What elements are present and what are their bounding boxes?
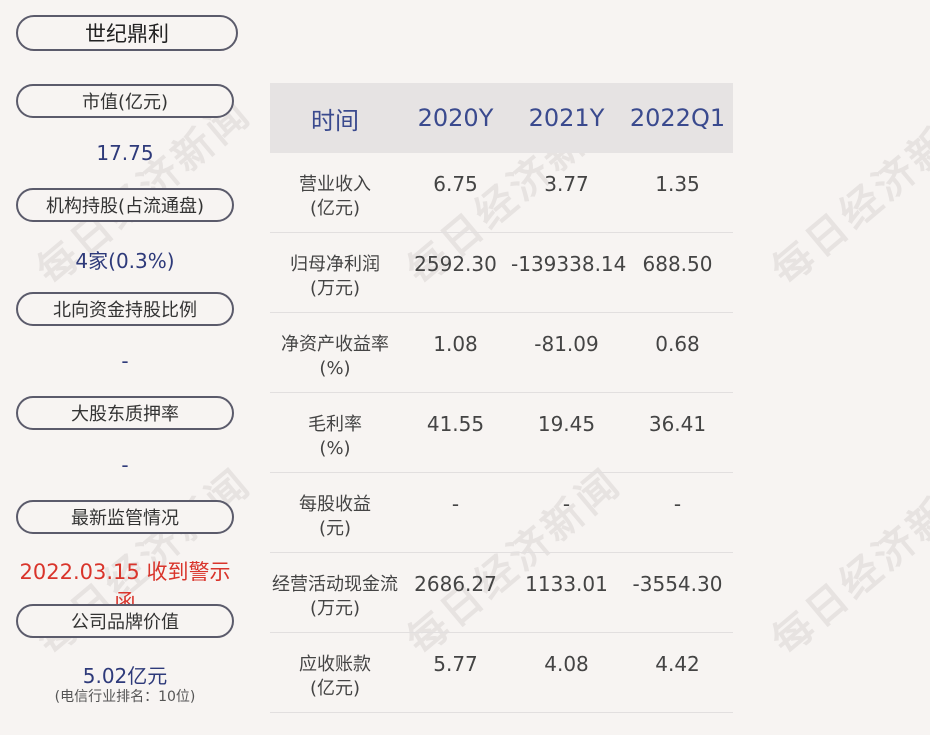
brand-value-label: 公司品牌价值 <box>16 604 234 638</box>
institution-holding-value: 4家(0.3%) <box>75 249 175 273</box>
row-label: 营业收入 <box>299 174 371 195</box>
row-unit: (万元) <box>309 598 361 619</box>
pledge-rate-label: 大股东质押率 <box>16 396 234 430</box>
row-unit: (元) <box>318 518 352 539</box>
row-label: 归母净利润 <box>290 254 380 275</box>
table-row: 净资产收益率 (%) 1.08 -81.09 0.68 <box>270 313 733 393</box>
financial-table: 时间 2020Y 2021Y 2022Q1 营业收入 (亿元) 6.75 3.77… <box>270 83 733 713</box>
cell: 5.77 <box>433 652 478 676</box>
row-label: 净资产收益率 <box>281 334 389 355</box>
row-label: 应收账款 <box>299 654 371 675</box>
company-name: 世纪鼎利 <box>85 22 169 46</box>
header-time: 时间 <box>311 106 359 135</box>
cell: 0.68 <box>655 332 700 356</box>
cell: 688.50 <box>642 252 713 276</box>
row-unit: (万元) <box>309 278 361 299</box>
cell: 1133.01 <box>525 572 608 596</box>
cell: 19.45 <box>537 412 596 436</box>
cell: 2592.30 <box>414 252 497 276</box>
row-label: 经营活动现金流 <box>272 574 398 595</box>
pledge-rate-value: - <box>121 453 129 477</box>
cell: - <box>562 492 571 516</box>
institution-holding-label: 机构持股(占流通盘) <box>16 188 234 222</box>
header-2022q1: 2022Q1 <box>629 104 726 132</box>
watermark: 每日经济新闻 <box>763 459 930 665</box>
cell: 36.41 <box>648 412 707 436</box>
table-header: 时间 2020Y 2021Y 2022Q1 <box>270 83 733 153</box>
cell: 2686.27 <box>414 572 497 596</box>
cell: - <box>673 492 682 516</box>
cell: 41.55 <box>426 412 485 436</box>
table-row: 归母净利润 (万元) 2592.30 -139338.14 688.50 <box>270 233 733 313</box>
cell: - <box>451 492 460 516</box>
header-2020y: 2020Y <box>417 104 494 132</box>
cell: -139338.14 <box>511 252 627 276</box>
cell: 1.35 <box>655 172 700 196</box>
table-row: 营业收入 (亿元) 6.75 3.77 1.35 <box>270 153 733 233</box>
row-unit: (亿元) <box>309 678 361 699</box>
company-name-badge: 世纪鼎利 <box>16 15 238 51</box>
row-label: 每股收益 <box>299 494 371 515</box>
cell: 4.42 <box>655 652 700 676</box>
row-unit: (%) <box>319 438 351 459</box>
table-row: 经营活动现金流 (万元) 2686.27 1133.01 -3554.30 <box>270 553 733 633</box>
cell: -3554.30 <box>632 572 723 596</box>
row-unit: (亿元) <box>309 198 361 219</box>
brand-value: 5.02亿元 <box>82 664 168 688</box>
market-cap-label: 市值(亿元) <box>16 84 234 118</box>
brand-rank: (电信行业排名：10位) <box>54 689 196 705</box>
northbound-holding-value: - <box>121 349 129 373</box>
table-row: 毛利率 (%) 41.55 19.45 36.41 <box>270 393 733 473</box>
cell: 4.08 <box>544 652 589 676</box>
cell: -81.09 <box>534 332 599 356</box>
table-row: 应收账款 (亿元) 5.77 4.08 4.42 <box>270 633 733 713</box>
cell: 3.77 <box>544 172 589 196</box>
header-2021y: 2021Y <box>528 104 605 132</box>
table-row: 每股收益 (元) - - - <box>270 473 733 553</box>
cell: 6.75 <box>433 172 478 196</box>
row-label: 毛利率 <box>308 414 362 435</box>
regulation-label: 最新监管情况 <box>16 500 234 534</box>
watermark: 每日经济新闻 <box>763 89 930 295</box>
row-unit: (%) <box>319 358 351 379</box>
market-cap-value: 17.75 <box>96 141 154 165</box>
cell: 1.08 <box>433 332 478 356</box>
northbound-holding-label: 北向资金持股比例 <box>16 292 234 326</box>
